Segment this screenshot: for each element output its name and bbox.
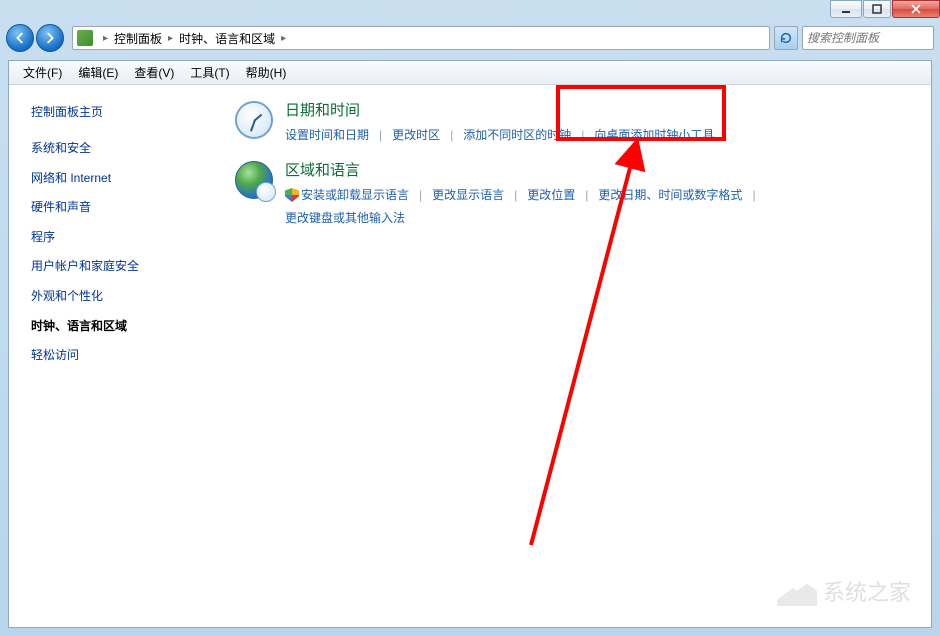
search-input[interactable] — [807, 31, 940, 45]
window-control-buttons — [830, 0, 940, 18]
category-date-time: 日期和时间 设置时间和日期 | 更改时区 | 添加不同时区的时钟 | 向桌面添加… — [233, 99, 919, 143]
category-body: 日期和时间 设置时间和日期 | 更改时区 | 添加不同时区的时钟 | 向桌面添加… — [285, 99, 919, 143]
menu-edit[interactable]: 编辑(E) — [70, 61, 126, 84]
chevron-right-icon[interactable]: ▸ — [97, 33, 114, 44]
category-links-region-language: 安装或卸载显示语言 | 更改显示语言 | 更改位置 | 更改日期、时间或数字格式… — [285, 186, 919, 226]
link-change-location[interactable]: 更改位置 — [527, 186, 575, 203]
maximize-icon — [872, 4, 882, 14]
separator: | — [575, 188, 598, 202]
link-add-clock-gadget[interactable]: 向桌面添加时钟小工具 — [594, 126, 714, 143]
category-title-region-language[interactable]: 区域和语言 — [285, 159, 919, 180]
minimize-button[interactable] — [830, 0, 862, 18]
separator: | — [409, 188, 432, 202]
chevron-right-icon[interactable]: ▸ — [275, 33, 292, 44]
category-region-language: 区域和语言 安装或卸载显示语言 | 更改显示语言 | 更改位置 | 更改日期、时… — [233, 159, 919, 226]
link-set-date-time[interactable]: 设置时间和日期 — [285, 126, 369, 143]
category-body: 区域和语言 安装或卸载显示语言 | 更改显示语言 | 更改位置 | 更改日期、时… — [285, 159, 919, 226]
separator: | — [369, 128, 392, 142]
breadcrumb-seg-control-panel[interactable]: 控制面板 — [114, 30, 162, 47]
link-install-display-language[interactable]: 安装或卸载显示语言 — [285, 186, 409, 203]
link-change-formats[interactable]: 更改日期、时间或数字格式 — [598, 186, 742, 203]
menu-view[interactable]: 查看(V) — [126, 61, 182, 84]
watermark-logo-icon — [777, 576, 817, 606]
refresh-icon — [779, 31, 793, 45]
control-panel-icon — [77, 30, 93, 46]
category-links-date-time: 设置时间和日期 | 更改时区 | 添加不同时区的时钟 | 向桌面添加时钟小工具 — [285, 126, 919, 143]
category-title-date-time[interactable]: 日期和时间 — [285, 99, 919, 120]
watermark-text: 系统之家 — [823, 575, 911, 607]
sidebar-item-programs[interactable]: 程序 — [31, 227, 215, 249]
nav-forward-button[interactable] — [36, 24, 64, 52]
menu-help[interactable]: 帮助(H) — [238, 61, 295, 84]
nav-back-button[interactable] — [6, 24, 34, 52]
sidebar-home-link[interactable]: 控制面板主页 — [31, 103, 215, 120]
minimize-icon — [841, 4, 851, 14]
refresh-button[interactable] — [774, 26, 798, 50]
chevron-right-icon[interactable]: ▸ — [162, 33, 179, 44]
close-icon — [911, 4, 921, 14]
separator: | — [504, 188, 527, 202]
arrow-right-icon — [43, 31, 57, 45]
body-split: 控制面板主页 系统和安全 网络和 Internet 硬件和声音 程序 用户帐户和… — [9, 85, 931, 627]
sidebar-item-hardware-sound[interactable]: 硬件和声音 — [31, 197, 215, 219]
arrow-left-icon — [13, 31, 27, 45]
separator: | — [571, 128, 594, 142]
link-add-clocks-timezones[interactable]: 添加不同时区的时钟 — [463, 126, 571, 143]
address-breadcrumb[interactable]: ▸ 控制面板 ▸ 时钟、语言和区域 ▸ — [72, 26, 770, 50]
search-box[interactable] — [802, 26, 934, 50]
sidebar-item-network-internet[interactable]: 网络和 Internet — [31, 168, 215, 190]
menu-bar: 文件(F) 编辑(E) 查看(V) 工具(T) 帮助(H) — [9, 61, 931, 85]
sidebar-item-ease-of-access[interactable]: 轻松访问 — [31, 345, 215, 367]
link-change-display-language[interactable]: 更改显示语言 — [432, 186, 504, 203]
menu-file[interactable]: 文件(F) — [15, 61, 70, 84]
separator: | — [440, 128, 463, 142]
link-change-timezone[interactable]: 更改时区 — [392, 126, 440, 143]
breadcrumb-seg-clock-lang-region[interactable]: 时钟、语言和区域 — [179, 30, 275, 47]
sidebar-item-clock-lang-region[interactable]: 时钟、语言和区域 — [31, 316, 215, 338]
navigation-row: ▸ 控制面板 ▸ 时钟、语言和区域 ▸ — [0, 20, 940, 56]
content-frame: 文件(F) 编辑(E) 查看(V) 工具(T) 帮助(H) 控制面板主页 系统和… — [8, 60, 932, 628]
close-button[interactable] — [892, 0, 940, 18]
separator: | — [742, 188, 765, 202]
maximize-button[interactable] — [863, 0, 891, 18]
sidebar-item-user-accounts[interactable]: 用户帐户和家庭安全 — [31, 256, 215, 278]
clock-icon — [233, 99, 275, 141]
watermark: 系统之家 — [777, 575, 911, 607]
globe-icon — [233, 159, 275, 201]
menu-tools[interactable]: 工具(T) — [182, 61, 237, 84]
explorer-window: ▸ 控制面板 ▸ 时钟、语言和区域 ▸ 文件(F) 编辑(E) 查看(V) 工具… — [0, 0, 940, 636]
sidebar-item-appearance[interactable]: 外观和个性化 — [31, 286, 215, 308]
sidebar-item-system-security[interactable]: 系统和安全 — [31, 138, 215, 160]
link-change-keyboard-input[interactable]: 更改键盘或其他输入法 — [285, 211, 405, 225]
sidebar: 控制面板主页 系统和安全 网络和 Internet 硬件和声音 程序 用户帐户和… — [9, 85, 221, 627]
main-panel: 日期和时间 设置时间和日期 | 更改时区 | 添加不同时区的时钟 | 向桌面添加… — [221, 85, 931, 627]
